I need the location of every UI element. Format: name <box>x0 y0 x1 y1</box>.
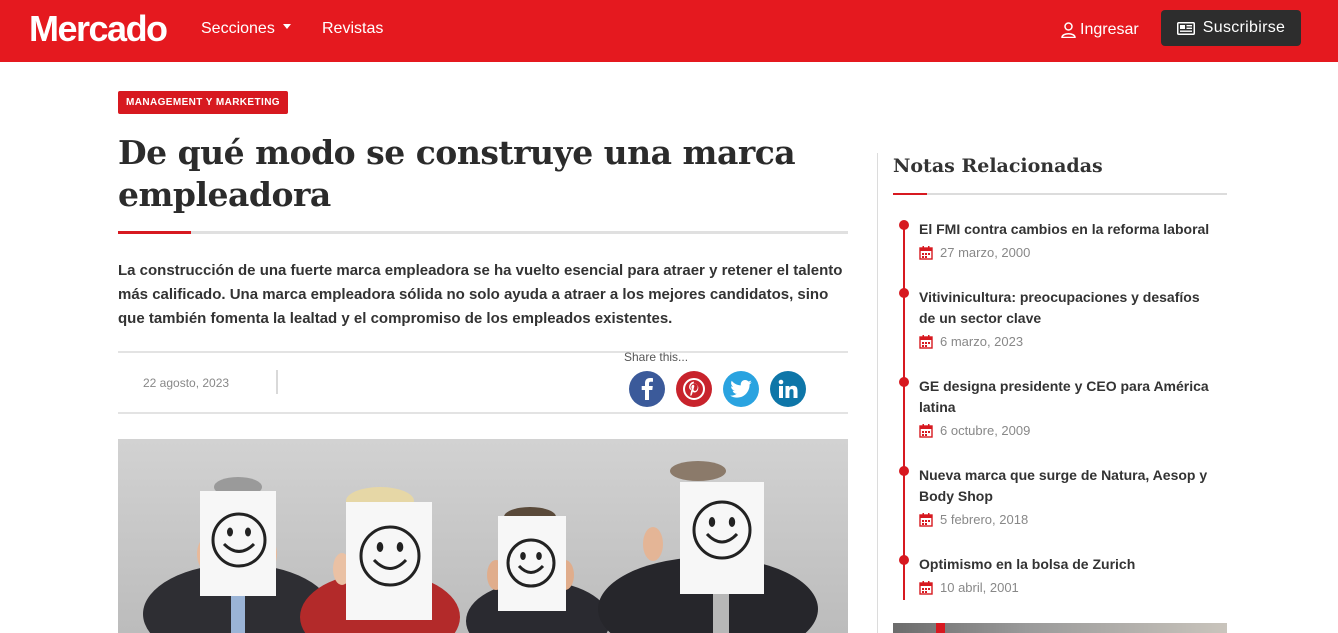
related-note-date-text: 6 octubre, 2009 <box>940 423 1031 438</box>
share-twitter-button[interactable] <box>723 371 759 407</box>
nav-revistas-link[interactable]: Revistas <box>322 19 383 39</box>
sidebar-divider <box>877 153 878 633</box>
calendar-icon <box>919 424 933 438</box>
meta-separator <box>276 370 278 394</box>
login-link[interactable]: Ingresar <box>1061 20 1139 40</box>
nav-secciones-dropdown[interactable]: Secciones <box>201 19 291 39</box>
share-label: Share this... <box>624 350 689 364</box>
login-label: Ingresar <box>1080 21 1139 38</box>
facebook-icon <box>641 378 653 400</box>
category-badge[interactable]: MANAGEMENT Y MARKETING <box>118 91 288 114</box>
subscribe-button[interactable]: Suscribirse <box>1161 10 1301 46</box>
related-note-link[interactable]: GE designa presidente y CEO para América… <box>919 376 1219 418</box>
timeline-dot <box>899 555 909 565</box>
pinterest-icon <box>683 378 705 400</box>
user-icon <box>1061 22 1076 38</box>
subscribe-label: Suscribirse <box>1202 19 1286 36</box>
share-linkedin-button[interactable] <box>770 371 806 407</box>
meta-divider-top <box>118 351 848 353</box>
related-note-date: 10 abril, 2001 <box>919 580 1019 596</box>
timeline-dot <box>899 377 909 387</box>
calendar-icon <box>919 335 933 349</box>
related-note-link[interactable]: Nueva marca que surge de Natura, Aesop y… <box>919 465 1219 507</box>
caret-down-icon <box>282 24 291 30</box>
meta-divider-bottom <box>118 412 848 414</box>
timeline-dot <box>899 288 909 298</box>
title-divider <box>118 231 848 234</box>
article-date: 22 agosto, 2023 <box>143 376 230 390</box>
calendar-icon <box>919 246 933 260</box>
related-note-date: 27 marzo, 2000 <box>919 245 1030 261</box>
top-navigation-bar: Mercado Secciones Revistas Ingresar Susc… <box>0 0 1338 62</box>
timeline-line <box>903 225 905 600</box>
related-note-date-text: 10 abril, 2001 <box>940 580 1019 595</box>
nav-secciones-label: Secciones <box>201 20 275 37</box>
related-note-link[interactable]: El FMI contra cambios en la reforma labo… <box>919 219 1219 240</box>
related-notes-divider <box>893 193 1227 195</box>
related-note-date-text: 6 marzo, 2023 <box>940 334 1024 349</box>
related-notes-title: Notas Relacionadas <box>893 155 1103 177</box>
related-note-date-text: 27 marzo, 2000 <box>940 245 1031 260</box>
article-hero-image <box>118 439 848 633</box>
related-note-link[interactable]: Vitivinicultura: preocupaciones y desafí… <box>919 287 1219 329</box>
linkedin-icon <box>778 379 798 398</box>
article-title: De qué modo se construye una marca emple… <box>118 133 796 214</box>
thumbnail-accent <box>936 623 945 633</box>
timeline-dot <box>899 466 909 476</box>
timeline-dot <box>899 220 909 230</box>
article-lead: La construcción de una fuerte marca empl… <box>118 262 843 327</box>
related-note-date: 6 marzo, 2023 <box>919 334 1023 350</box>
related-note-date-text: 5 febrero, 2018 <box>940 512 1029 527</box>
share-pinterest-button[interactable] <box>676 371 712 407</box>
share-facebook-button[interactable] <box>629 371 665 407</box>
title-divider-accent <box>118 231 191 234</box>
related-note-link[interactable]: Optimismo en la bolsa de Zurich <box>919 554 1219 575</box>
related-note-date: 5 febrero, 2018 <box>919 512 1028 528</box>
related-note-date: 6 octubre, 2009 <box>919 423 1030 439</box>
related-notes-divider-accent <box>893 193 927 195</box>
newspaper-icon <box>1176 21 1195 35</box>
calendar-icon <box>919 581 933 595</box>
twitter-icon <box>730 380 752 398</box>
calendar-icon <box>919 513 933 527</box>
site-logo[interactable]: Mercado <box>29 9 168 49</box>
